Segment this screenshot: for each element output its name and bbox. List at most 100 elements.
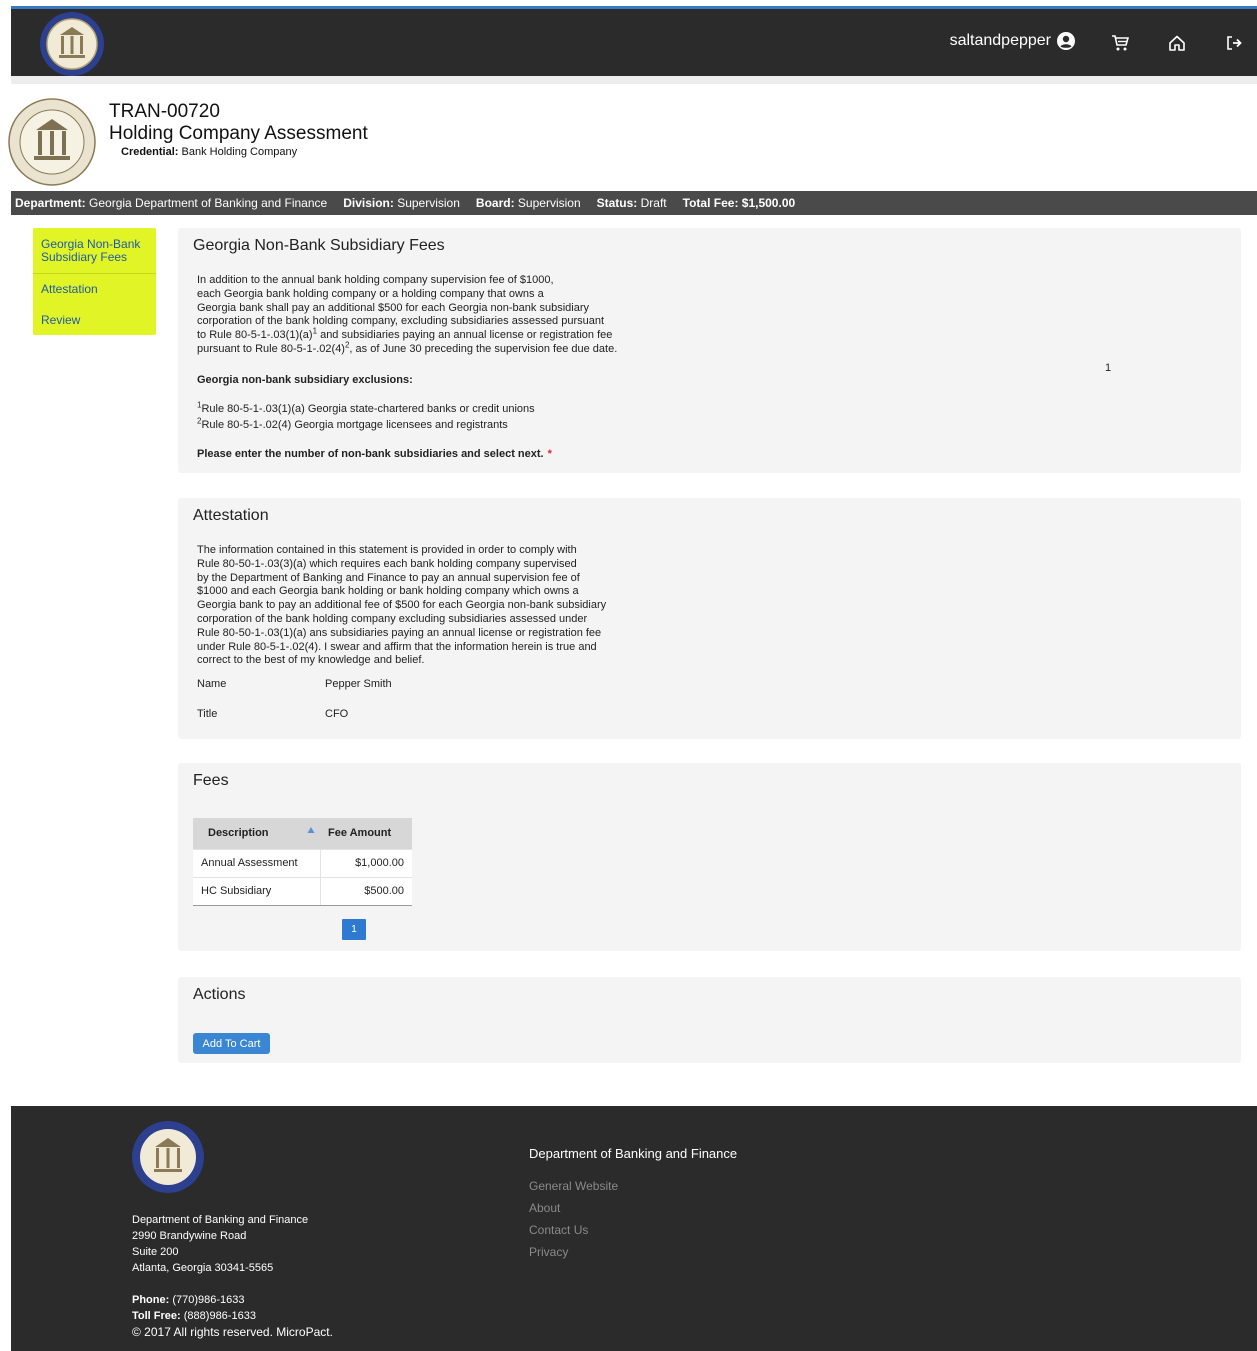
phone-line: Phone: (770)986-1633 bbox=[132, 1292, 333, 1308]
statement-line: under Rule 80-5-1-.02(4). I swear and af… bbox=[197, 640, 597, 653]
name-label: Name bbox=[197, 678, 227, 690]
para-text: pursuant to Rule 80-5-1-.02(4) bbox=[197, 342, 345, 355]
footer: Department of Banking and Finance 2990 B… bbox=[11, 1106, 1257, 1351]
address-line: Department of Banking and Finance bbox=[132, 1214, 309, 1226]
top-navbar: saltandpepper bbox=[11, 6, 1257, 76]
phone-label: Phone: bbox=[132, 1294, 170, 1306]
statement-line: $1000 and each Georgia bank holding or b… bbox=[197, 585, 579, 598]
status-value: Draft bbox=[640, 196, 667, 210]
nav-spacer bbox=[11, 76, 1257, 84]
title-value: CFO bbox=[325, 708, 349, 720]
fees-heading: Fees bbox=[193, 772, 229, 789]
logout-icon[interactable] bbox=[1225, 34, 1243, 52]
board-label: Board: bbox=[475, 196, 515, 210]
tollfree-label: Toll Free: bbox=[132, 1310, 181, 1322]
address-line: Suite 200 bbox=[132, 1246, 179, 1258]
copyright: © 2017 All rights reserved. MicroPact. bbox=[132, 1325, 333, 1339]
status-label: Status: bbox=[596, 196, 638, 210]
statement-line: corporation of the bank holding company … bbox=[197, 612, 588, 625]
pagination-page-1[interactable]: 1 bbox=[342, 919, 366, 940]
transaction-id: TRAN-00720 bbox=[109, 101, 220, 122]
georgia-seal-logo[interactable] bbox=[39, 11, 105, 77]
division-label: Division: bbox=[343, 196, 394, 210]
username[interactable]: saltandpepper bbox=[950, 32, 1051, 50]
status-info: Status: Draft bbox=[597, 196, 667, 210]
section-sidenav: Georgia Non-Bank Subsidiary Fees Attesta… bbox=[33, 228, 156, 335]
exclusion-text: Rule 80-5-1-.03(1)(a) Georgia state-char… bbox=[201, 403, 535, 415]
home-icon[interactable] bbox=[1168, 34, 1186, 52]
attestation-statement: The information contained in this statem… bbox=[197, 544, 637, 668]
actions-panel: Actions Add To Cart bbox=[178, 977, 1241, 1063]
tollfree-line: Toll Free: (888)986-1633 bbox=[132, 1308, 333, 1324]
para-line: pursuant to Rule 80-5-1-.02(4)2, as of J… bbox=[197, 341, 657, 357]
subsidiary-fees-heading: Georgia Non-Bank Subsidiary Fees bbox=[193, 237, 445, 254]
footer-seal-logo bbox=[132, 1121, 204, 1193]
page-title: Holding Company Assessment bbox=[109, 123, 368, 144]
table-row: Annual Assessment $1,000.00 bbox=[193, 848, 412, 878]
subsidiary-fees-panel: Georgia Non-Bank Subsidiary Fees In addi… bbox=[178, 228, 1241, 473]
statement-line: Rule 80-50-1-.03(1)(a) ans subsidiaries … bbox=[197, 626, 602, 639]
fees-table: Description Fee Amount Annual Assessment… bbox=[193, 818, 412, 906]
credential-line: Credential: Bank Holding Company bbox=[121, 146, 297, 158]
statement-line: The information contained in this statem… bbox=[197, 544, 577, 556]
fee-amount: $1,000.00 bbox=[319, 848, 412, 878]
para-line: each Georgia bank holding company or a h… bbox=[197, 287, 544, 300]
department-value: Georgia Department of Banking and Financ… bbox=[89, 196, 328, 210]
sidenav-item-subsidiary-fees[interactable]: Georgia Non-Bank Subsidiary Fees bbox=[33, 238, 156, 264]
footer-link-privacy[interactable]: Privacy bbox=[529, 1241, 618, 1263]
para-line: Georgia bank shall pay an additional $50… bbox=[197, 301, 589, 314]
para-text: and subsidiaries paying an annual licens… bbox=[317, 329, 613, 342]
para-text: , as of June 30 preceding the supervisio… bbox=[349, 342, 618, 355]
user-menu[interactable]: saltandpepper bbox=[950, 32, 1075, 50]
required-indicator: * bbox=[547, 448, 552, 460]
para-text: to Rule 80-5-1-.03(1)(a) bbox=[197, 329, 313, 342]
department-label: Department: bbox=[15, 196, 86, 210]
sidenav-item-review[interactable]: Review bbox=[33, 314, 88, 327]
sidenav-item-attestation[interactable]: Attestation bbox=[33, 283, 106, 296]
exclusion-text: Rule 80-5-1-.02(4) Georgia mortgage lice… bbox=[201, 419, 508, 431]
footer-link-about[interactable]: About bbox=[529, 1197, 618, 1219]
exclusion-item: 2Rule 80-5-1-.02(4) Georgia mortgage lic… bbox=[197, 417, 508, 431]
total-fee-label: Total Fee: bbox=[682, 196, 739, 210]
fee-description: HC Subsidiary bbox=[193, 876, 320, 906]
column-header-description[interactable]: Description bbox=[193, 818, 320, 849]
prompt-text: Please enter the number of non-bank subs… bbox=[197, 448, 544, 460]
add-to-cart-button[interactable]: Add To Cart bbox=[193, 1033, 270, 1054]
para-line: to Rule 80-5-1-.03(1)(a)1 and subsidiari… bbox=[197, 327, 657, 343]
exclusions-heading: Georgia non-bank subsidiary exclusions: bbox=[197, 374, 413, 386]
fee-amount: $500.00 bbox=[319, 876, 412, 906]
footer-contact: Phone: (770)986-1633 Toll Free: (888)986… bbox=[132, 1292, 333, 1340]
fees-panel: Fees Description Fee Amount Annual Asses… bbox=[178, 763, 1241, 951]
address-line: Atlanta, Georgia 30341-5565 bbox=[132, 1262, 274, 1274]
subsidiary-count-prompt: Please enter the number of non-bank subs… bbox=[197, 448, 552, 460]
footer-links-heading: Department of Banking and Finance bbox=[529, 1146, 738, 1161]
sidenav-divider bbox=[33, 273, 156, 274]
phone-value: (770)986-1633 bbox=[172, 1294, 245, 1306]
division-info: Division: Supervision bbox=[343, 196, 460, 210]
fees-header-row: Description Fee Amount bbox=[193, 818, 412, 849]
table-row: HC Subsidiary $500.00 bbox=[193, 876, 412, 906]
sort-ascending-icon[interactable] bbox=[307, 826, 315, 834]
tollfree-value: (888)986-1633 bbox=[183, 1310, 256, 1322]
subsidiary-count-value[interactable]: 1 bbox=[1105, 362, 1111, 374]
column-header-fee-amount[interactable]: Fee Amount bbox=[320, 818, 412, 849]
total-fee-info: Total Fee: $1,500.00 bbox=[683, 196, 796, 210]
attestation-heading: Attestation bbox=[193, 507, 269, 524]
para-line: In addition to the annual bank holding c… bbox=[197, 274, 554, 286]
exclusion-item: 1Rule 80-5-1-.03(1)(a) Georgia state-cha… bbox=[197, 401, 535, 415]
footer-link-contact-us[interactable]: Contact Us bbox=[529, 1219, 618, 1241]
credential-label: Credential: bbox=[121, 146, 179, 158]
credential-value: Bank Holding Company bbox=[181, 146, 298, 158]
statement-line: Georgia bank to pay an additional fee of… bbox=[197, 599, 607, 612]
statement-line: by the Department of Banking and Finance… bbox=[197, 571, 580, 584]
cart-icon[interactable] bbox=[1111, 34, 1129, 52]
footer-address: Department of Banking and Finance 2990 B… bbox=[132, 1212, 308, 1276]
department-info: Department: Georgia Department of Bankin… bbox=[15, 196, 327, 210]
actions-heading: Actions bbox=[193, 986, 246, 1003]
name-value: Pepper Smith bbox=[325, 678, 392, 690]
footer-link-general-website[interactable]: General Website bbox=[529, 1175, 618, 1197]
statement-line: Rule 80-50-1-.03(3)(a) which requires ea… bbox=[197, 557, 577, 570]
total-fee-value: $1,500.00 bbox=[741, 196, 796, 210]
user-circle-icon[interactable] bbox=[1057, 32, 1075, 50]
address-line: 2990 Brandywine Road bbox=[132, 1230, 247, 1242]
